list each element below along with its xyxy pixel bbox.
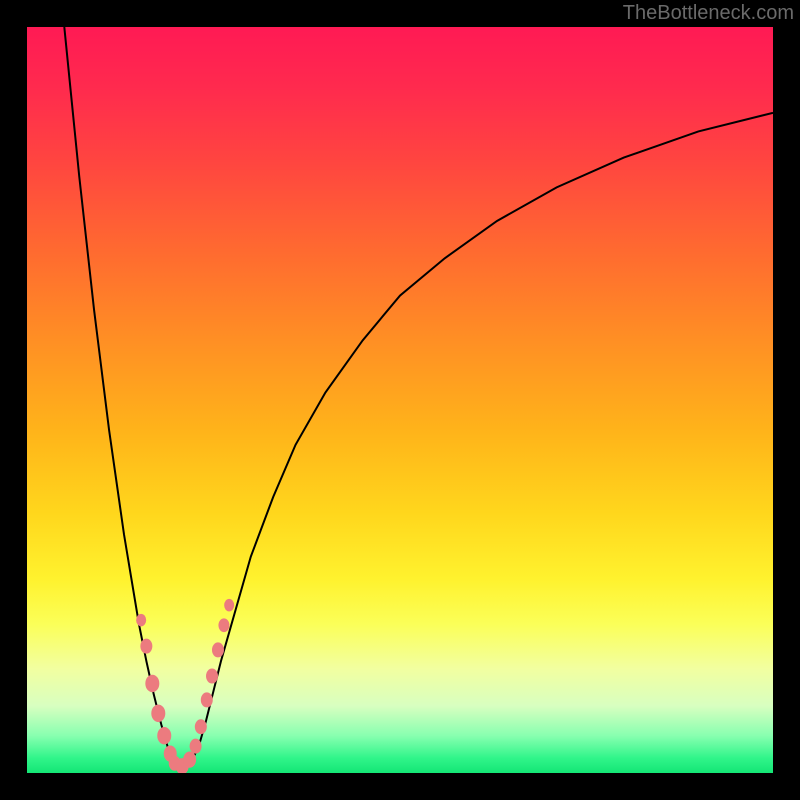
curves-group	[64, 27, 773, 769]
watermark-text: TheBottleneck.com	[623, 2, 794, 25]
marker-point	[195, 719, 207, 734]
marker-point	[140, 639, 152, 654]
marker-point	[151, 705, 165, 723]
marker-point	[206, 669, 218, 684]
marker-point	[201, 692, 213, 707]
markers-group	[136, 599, 234, 773]
marker-point	[218, 618, 229, 632]
marker-point	[183, 751, 196, 767]
series-left-curve	[64, 27, 172, 762]
marker-point	[136, 614, 146, 627]
plot-area	[27, 27, 773, 773]
marker-point	[190, 739, 202, 754]
marker-point	[224, 599, 234, 612]
marker-point	[157, 727, 171, 745]
chart-frame: TheBottleneck.com	[0, 0, 800, 800]
series-right-curve	[191, 113, 773, 762]
chart-svg	[27, 27, 773, 773]
marker-point	[212, 642, 224, 657]
marker-point	[145, 675, 159, 693]
